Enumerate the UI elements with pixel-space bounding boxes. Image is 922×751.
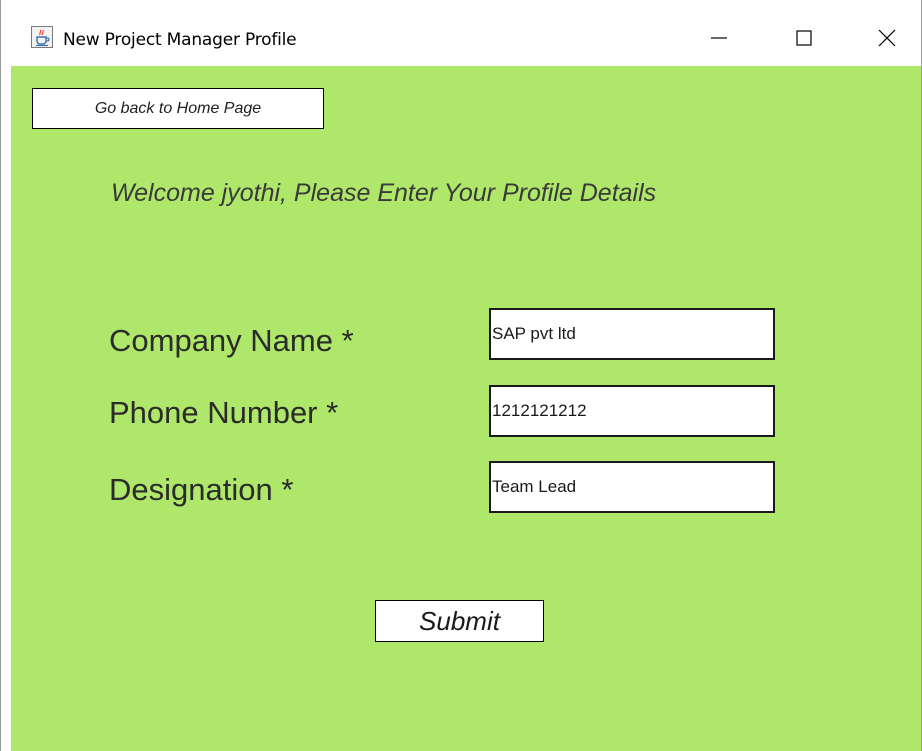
maximize-button[interactable] xyxy=(775,18,833,58)
form-panel: Go back to Home Page Welcome jyothi, Ple… xyxy=(11,66,921,751)
close-icon xyxy=(878,29,896,47)
minimize-button[interactable] xyxy=(689,18,747,58)
home-page-button[interactable]: Go back to Home Page xyxy=(32,88,324,129)
minimize-icon xyxy=(711,37,727,39)
title-bar[interactable]: New Project Manager Profile xyxy=(1,0,921,66)
phone-number-input[interactable] xyxy=(489,385,775,437)
designation-input[interactable] xyxy=(489,461,775,513)
profile-window: New Project Manager Profile Go back to H… xyxy=(0,0,922,751)
phone-number-label: Phone Number * xyxy=(109,395,339,430)
company-name-input[interactable] xyxy=(489,308,775,360)
welcome-heading: Welcome jyothi, Please Enter Your Profil… xyxy=(111,179,657,207)
close-button[interactable] xyxy=(857,18,915,58)
maximize-icon xyxy=(796,30,812,46)
submit-button-label: Submit xyxy=(419,605,500,636)
window-title: New Project Manager Profile xyxy=(63,30,297,50)
home-page-button-label: Go back to Home Page xyxy=(94,99,262,117)
java-cup-icon xyxy=(31,26,53,48)
submit-button[interactable]: Submit xyxy=(375,600,544,642)
designation-label: Designation * xyxy=(109,472,294,507)
company-name-label: Company Name * xyxy=(109,323,354,358)
